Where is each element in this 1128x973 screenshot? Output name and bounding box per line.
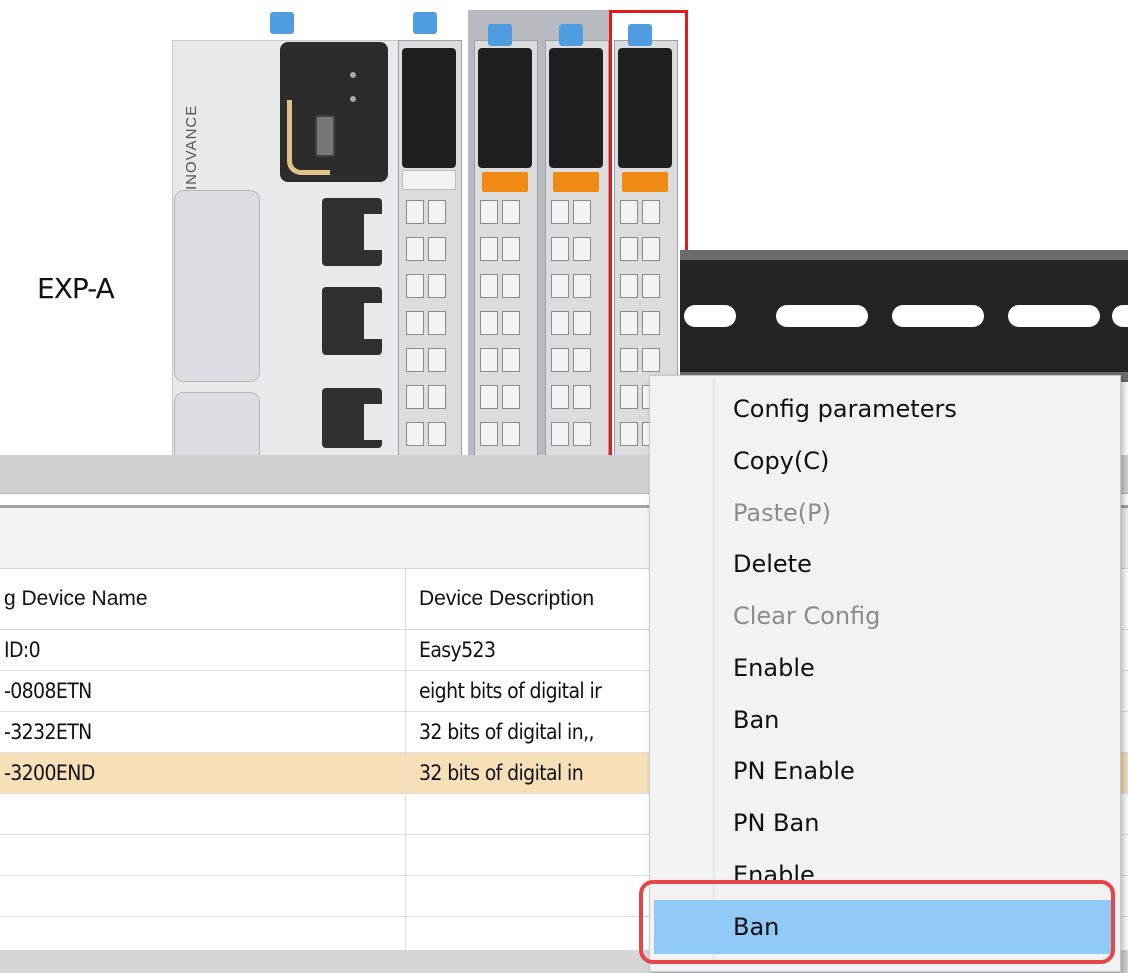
- cell-device-name: [4, 876, 404, 916]
- module-label-strip: [402, 170, 456, 190]
- cpu-side-panel: [174, 190, 260, 382]
- terminal-cell: [573, 237, 591, 261]
- column-separator: [405, 630, 406, 670]
- terminal-cell: [406, 274, 424, 298]
- terminal-cell: [480, 348, 498, 372]
- terminal-cell: [502, 311, 520, 335]
- terminal-cell: [428, 422, 446, 446]
- usb-port-icon: [315, 115, 335, 157]
- terminal-cell: [480, 385, 498, 409]
- terminal-cell: [502, 274, 520, 298]
- column-separator: [405, 794, 406, 834]
- terminal-cell: [502, 348, 520, 372]
- ethernet-port-icon: [322, 287, 382, 355]
- context-menu-item[interactable]: Enable: [733, 642, 815, 694]
- column-separator: [405, 671, 406, 711]
- module-led-panel: [549, 48, 603, 168]
- column-separator: [405, 712, 406, 752]
- context-menu-gutter: [651, 377, 714, 966]
- context-menu-item[interactable]: Ban: [733, 694, 779, 746]
- context-menu-item[interactable]: Copy(C): [733, 435, 829, 487]
- terminal-cell: [406, 348, 424, 372]
- terminal-cell: [551, 274, 569, 298]
- module-clip-icon: [559, 24, 583, 46]
- module-clip-icon: [488, 24, 512, 46]
- terminal-cell: [428, 274, 446, 298]
- column-separator: [405, 876, 406, 916]
- context-menu-item[interactable]: Config parameters: [733, 383, 957, 435]
- terminal-cell: [551, 385, 569, 409]
- column-header-label: g Device Name: [4, 587, 148, 610]
- cell-device-name: -3232ETN: [4, 720, 92, 744]
- terminal-cell: [573, 274, 591, 298]
- context-menu-item[interactable]: Paste(P): [733, 487, 831, 539]
- module-clip-icon: [413, 12, 437, 34]
- terminal-cell: [480, 237, 498, 261]
- terminal-cell: [480, 422, 498, 446]
- column-separator: [405, 753, 406, 793]
- terminal-cell: [502, 422, 520, 446]
- annotation-highlight-box: [639, 880, 1115, 964]
- module-led-panel: [478, 48, 532, 168]
- terminal-cell: [406, 385, 424, 409]
- terminal-cell: [406, 237, 424, 261]
- terminal-cell: [480, 311, 498, 335]
- module-led-panel: [402, 48, 456, 168]
- cpu-side-panel-lower: [174, 392, 260, 464]
- context-menu-item[interactable]: PN Enable: [733, 745, 855, 797]
- terminal-cell: [480, 200, 498, 224]
- terminal-cell: [502, 200, 520, 224]
- din-rail: [680, 250, 1128, 382]
- status-led-icon: [350, 96, 356, 102]
- terminal-cell: [573, 200, 591, 224]
- terminal-cell: [551, 311, 569, 335]
- ethernet-port-icon: [322, 198, 382, 266]
- column-header-label: Device Description: [419, 587, 595, 610]
- cell-device-name: -3200END: [4, 761, 95, 785]
- module-clip-icon: [270, 12, 294, 34]
- column-separator: [405, 835, 406, 875]
- terminal-cell: [428, 348, 446, 372]
- terminal-cell: [502, 385, 520, 409]
- cell-device-name: ID:0: [4, 638, 41, 662]
- terminal-cell: [551, 200, 569, 224]
- terminal-cell: [406, 422, 424, 446]
- module-indicator: [482, 172, 528, 192]
- brand-logo: INOVANCE: [183, 104, 200, 190]
- terminal-cell: [502, 237, 520, 261]
- terminal-cell: [573, 422, 591, 446]
- terminal-cell: [573, 385, 591, 409]
- context-menu-item[interactable]: Clear Config: [733, 590, 880, 642]
- status-led-icon: [350, 72, 356, 78]
- terminal-cell: [480, 274, 498, 298]
- terminal-cell: [428, 237, 446, 261]
- terminal-cell: [406, 311, 424, 335]
- cell-device-name: -0808ETN: [4, 679, 92, 703]
- expansion-label: EXP-A: [37, 272, 115, 305]
- terminal-cell: [551, 422, 569, 446]
- terminal-cell: [551, 237, 569, 261]
- ethernet-port-icon: [322, 388, 382, 448]
- cell-device-name: [4, 794, 404, 834]
- module-indicator: [553, 172, 599, 192]
- terminal-cell: [573, 311, 591, 335]
- terminal-cell: [551, 348, 569, 372]
- terminal-cell: [428, 385, 446, 409]
- column-header-device-name[interactable]: g Device Name: [0, 569, 406, 630]
- terminal-cell: [428, 200, 446, 224]
- terminal-cell: [406, 200, 424, 224]
- context-menu-item[interactable]: PN Ban: [733, 797, 819, 849]
- context-menu-item[interactable]: Delete: [733, 538, 812, 590]
- context-menu-item[interactable]: Enable: [733, 849, 815, 883]
- terminal-cell: [428, 311, 446, 335]
- terminal-cell: [573, 348, 591, 372]
- cell-device-name: [4, 835, 404, 875]
